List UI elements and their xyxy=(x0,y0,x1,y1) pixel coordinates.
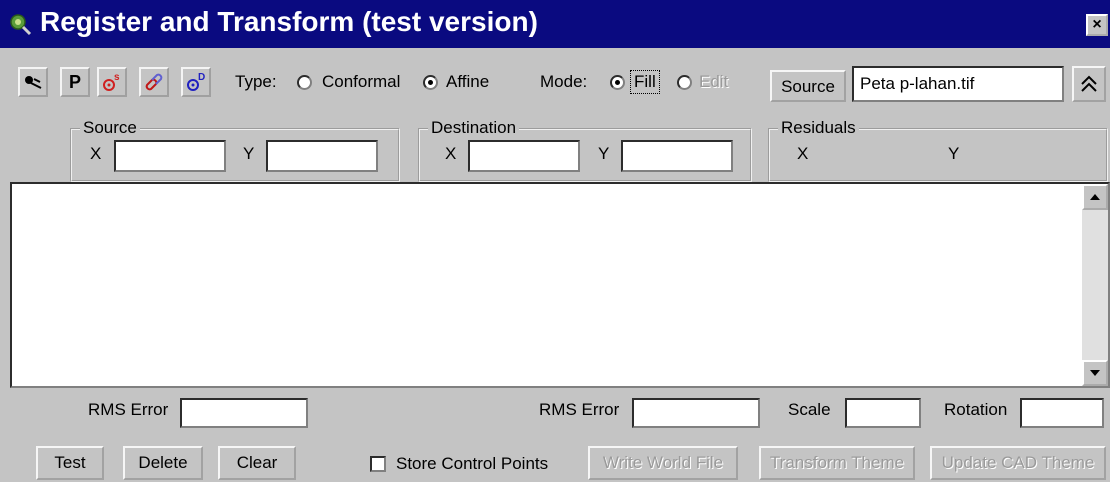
residuals-y-label: Y xyxy=(948,144,960,163)
delete-button[interactable]: Delete xyxy=(123,446,203,480)
collapse-button[interactable] xyxy=(1072,66,1106,102)
transform-theme-button: Transform Theme xyxy=(759,446,915,480)
chain-link-icon xyxy=(145,73,163,91)
scroll-up-button[interactable] xyxy=(1082,184,1108,210)
store-control-points-checkbox[interactable] xyxy=(370,456,386,472)
source-point-tool-button[interactable]: s xyxy=(97,67,127,97)
mode-edit-label: Edit xyxy=(699,72,729,91)
scale-field[interactable] xyxy=(845,398,921,428)
window-title: Register and Transform (test version) xyxy=(40,6,538,37)
destination-x-label: X xyxy=(445,144,457,163)
source-y-label: Y xyxy=(243,144,255,163)
destination-y-label: Y xyxy=(598,144,610,163)
source-y-field[interactable] xyxy=(266,140,378,172)
source-point-icon: s xyxy=(103,72,120,91)
test-button[interactable]: Test xyxy=(36,446,104,480)
type-label: Type: xyxy=(235,72,277,91)
rotation-label: Rotation xyxy=(944,400,1008,419)
app-icon xyxy=(8,12,32,36)
type-conformal-label[interactable]: Conformal xyxy=(322,72,400,92)
mode-fill-radio[interactable] xyxy=(610,75,625,90)
rms-error-right-label: RMS Error xyxy=(539,400,620,419)
scroll-down-button[interactable] xyxy=(1082,360,1108,386)
control-points-list[interactable] xyxy=(10,182,1110,388)
mode-fill-label[interactable]: Fill xyxy=(630,70,660,94)
type-affine-radio[interactable] xyxy=(423,75,438,90)
scale-label: Scale xyxy=(788,400,831,419)
store-control-points-label[interactable]: Store Control Points xyxy=(396,454,548,474)
rotation-field[interactable] xyxy=(1020,398,1104,428)
write-world-file-button: Write World File xyxy=(588,446,738,480)
svg-text:s: s xyxy=(114,72,120,83)
update-cad-theme-button: Update CAD Theme xyxy=(930,446,1106,480)
pin-link-icon xyxy=(25,76,42,89)
rms-error-right-field[interactable] xyxy=(632,398,760,428)
destination-y-field[interactable] xyxy=(621,140,733,172)
source-group-legend: Source xyxy=(80,118,140,138)
source-x-label: X xyxy=(90,144,102,163)
arrow-up-icon xyxy=(1090,194,1100,200)
p-tool-button[interactable]: P xyxy=(60,67,90,97)
mode-label: Mode: xyxy=(540,72,588,91)
type-conformal-radio[interactable] xyxy=(297,75,312,90)
source-button[interactable]: Source xyxy=(770,70,846,102)
rms-error-left-field[interactable] xyxy=(180,398,308,428)
mode-edit-radio xyxy=(677,75,692,90)
arrow-down-icon xyxy=(1090,370,1100,376)
chevron-up-icon xyxy=(1081,75,1097,92)
svg-text:D: D xyxy=(198,72,205,83)
residuals-x-label: X xyxy=(797,144,809,163)
rms-error-left-label: RMS Error xyxy=(88,400,169,419)
close-button[interactable]: × xyxy=(1086,14,1108,36)
source-file-field[interactable]: Peta p-lahan.tif xyxy=(852,66,1064,102)
source-x-field[interactable] xyxy=(114,140,226,172)
link-tool-button[interactable] xyxy=(139,67,169,97)
destination-group-legend: Destination xyxy=(428,118,520,138)
list-scrollbar[interactable] xyxy=(1082,184,1108,386)
add-link-tool-button[interactable] xyxy=(18,67,48,97)
clear-button[interactable]: Clear xyxy=(218,446,296,480)
residuals-group-legend: Residuals xyxy=(778,118,859,138)
type-affine-label[interactable]: Affine xyxy=(446,72,489,92)
destination-point-icon: D xyxy=(187,72,205,91)
destination-x-field[interactable] xyxy=(468,140,580,172)
destination-point-tool-button[interactable]: D xyxy=(181,67,211,97)
